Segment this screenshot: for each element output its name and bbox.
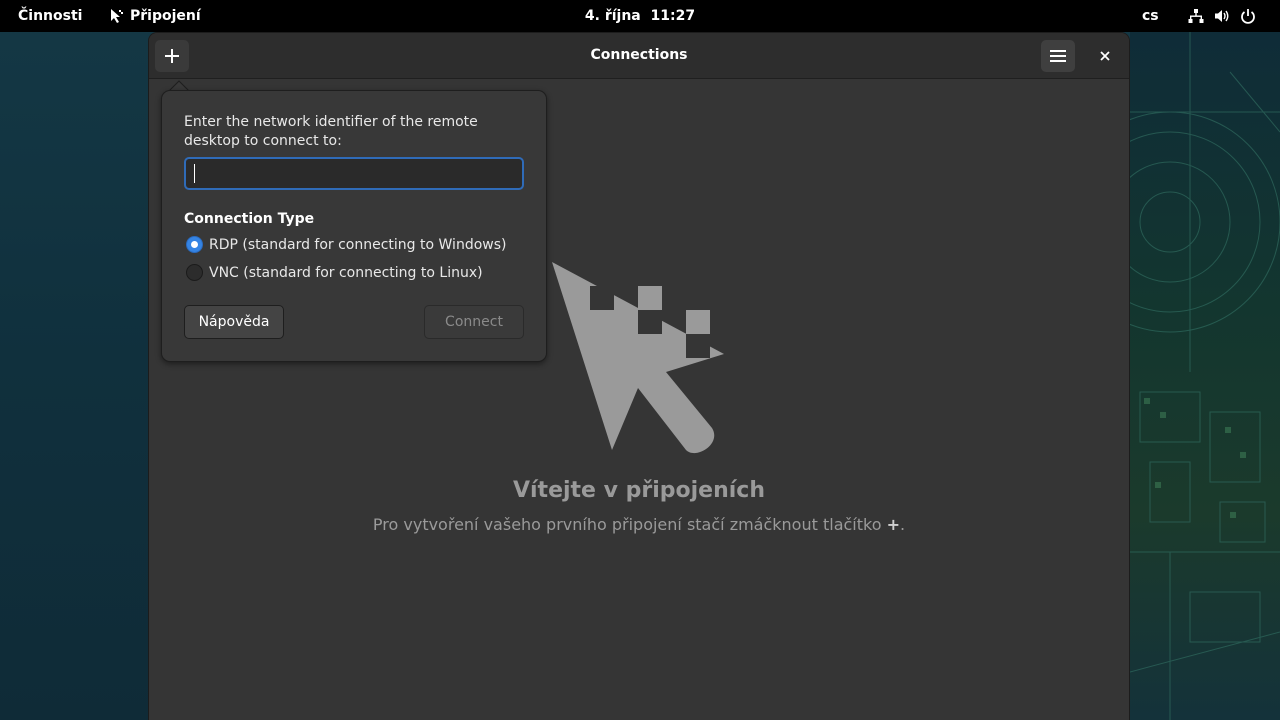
welcome-subtitle: Pro vytvoření vašeho prvního připojení s… (149, 515, 1129, 534)
welcome-plus-symbol: + (886, 515, 900, 534)
help-button[interactable]: Nápověda (184, 305, 284, 339)
text-caret (194, 164, 195, 183)
welcome-subtitle-end: . (899, 515, 906, 534)
clock-button[interactable]: 4. října 11:27 (585, 8, 695, 24)
system-status-menu[interactable] (1188, 0, 1256, 32)
remote-address-input[interactable] (184, 157, 524, 190)
rdp-radio[interactable] (186, 236, 203, 253)
new-connection-popover: Enter the network identifier of the remo… (161, 90, 547, 362)
language-indicator[interactable]: cs (1142, 0, 1159, 32)
welcome-title: Vítejte v připojeních (512, 478, 765, 503)
app-menu-button[interactable]: Připojení (110, 0, 201, 32)
connections-app-icon (111, 9, 123, 23)
network-icon (1188, 9, 1204, 23)
vnc-option[interactable]: VNC (standard for connecting to Linux) (186, 264, 483, 281)
vnc-option-label: VNC (standard for connecting to Linux) (209, 264, 483, 281)
rdp-option[interactable]: RDP (standard for connecting to Windows) (186, 236, 506, 253)
connect-button[interactable]: Connect (424, 305, 524, 339)
header-bar: Connections (149, 33, 1129, 79)
volume-icon (1215, 10, 1229, 22)
close-window-button[interactable] (1089, 40, 1121, 72)
window-title: Connections (590, 47, 688, 63)
remote-cursor-illustration (552, 262, 724, 454)
main-menu-button[interactable] (1041, 40, 1075, 72)
vnc-radio[interactable] (186, 264, 203, 281)
rdp-option-label: RDP (standard for connecting to Windows) (209, 236, 507, 253)
hamburger-menu-icon (1050, 50, 1066, 62)
connection-type-heading: Connection Type (184, 211, 315, 227)
address-prompt-label: Enter the network identifier of the remo… (184, 114, 478, 149)
plus-icon (165, 49, 179, 63)
activities-button[interactable]: Činnosti (18, 0, 82, 32)
wallpaper-circuit-art (1130, 32, 1280, 720)
add-connection-button[interactable] (155, 40, 189, 72)
app-name-label: Připojení (130, 8, 201, 24)
welcome-subtitle-text: Pro vytvoření vašeho prvního připojení s… (372, 515, 887, 534)
power-icon (1241, 9, 1255, 24)
top-bar: Činnosti Připojení 4. října 11:27 cs (0, 0, 1280, 32)
wallpaper-pattern (1130, 32, 1280, 720)
close-icon (1100, 51, 1110, 61)
